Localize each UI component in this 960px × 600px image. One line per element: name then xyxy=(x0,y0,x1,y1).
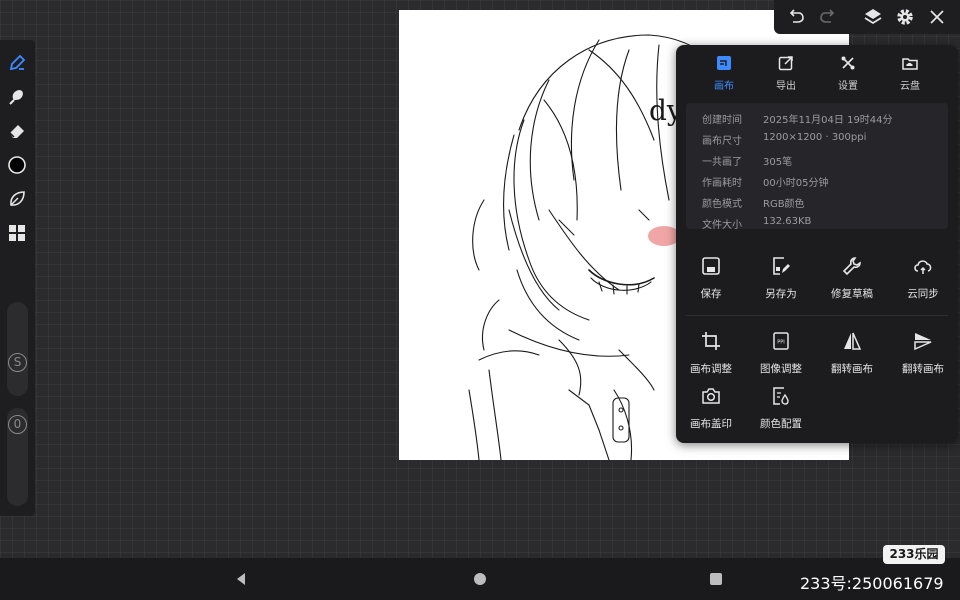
pen-icon[interactable] xyxy=(4,50,30,76)
info-row: 一共画了 305笔 xyxy=(702,153,793,168)
recents-icon[interactable] xyxy=(707,570,725,588)
crop-icon xyxy=(702,332,720,350)
save-icon xyxy=(702,257,720,275)
info-label: 文件大小 xyxy=(702,220,742,231)
image-adjust-button[interactable]: PPI 图像调整 xyxy=(746,330,816,378)
info-row: 颜色模式 RGB颜色 xyxy=(702,195,805,210)
back-icon[interactable] xyxy=(232,570,250,588)
info-value: 2025年11月04日 19时44分 xyxy=(763,115,893,126)
export-icon xyxy=(778,56,793,71)
info-label: 颜色模式 xyxy=(702,199,742,210)
save-label: 保存 xyxy=(700,288,722,300)
cloud-folder-icon xyxy=(902,58,918,70)
info-label: 画布尺寸 xyxy=(702,136,742,147)
smudge-icon[interactable] xyxy=(4,84,30,110)
color-config-button[interactable]: 颜色配置 xyxy=(746,385,816,433)
cloud-sync-button[interactable]: 云同步 xyxy=(888,255,958,303)
canvas-stamp-label: 画布盖印 xyxy=(690,418,732,430)
canvas-adjust-button[interactable]: 画布调整 xyxy=(676,330,746,378)
tab-canvas-label: 画布 xyxy=(714,81,734,92)
tab-canvas[interactable]: 画布 xyxy=(694,55,754,95)
watermark-id: 233号:250061679 xyxy=(800,574,944,593)
close-icon[interactable] xyxy=(925,5,949,29)
left-toolbar: S 0 xyxy=(0,40,35,516)
canvas-icon xyxy=(717,56,731,70)
eraser-icon[interactable] xyxy=(4,118,30,144)
redo-icon[interactable] xyxy=(816,5,840,29)
save-button[interactable]: 保存 xyxy=(676,255,746,303)
svg-text:PPI: PPI xyxy=(777,340,785,346)
info-label: 一共画了 xyxy=(702,157,742,168)
color-circle-icon[interactable] xyxy=(4,152,30,178)
repair-draft-button[interactable]: 修复草稿 xyxy=(817,255,887,303)
layers-icon[interactable] xyxy=(861,5,885,29)
canvas-adjust-label: 画布调整 xyxy=(690,363,732,375)
flip-canvas-vertical-button[interactable]: 翻转画布 xyxy=(888,330,958,378)
canvas-info-box: 创建时间 2025年11月04日 19时44分 画布尺寸 1200×1200 ·… xyxy=(686,103,948,231)
brush-size-knob[interactable]: S xyxy=(8,353,27,372)
flip-canvas-horizontal-label: 翻转画布 xyxy=(831,363,873,375)
tab-export[interactable]: 导出 xyxy=(756,55,816,95)
info-row: 创建时间 2025年11月04日 19时44分 xyxy=(702,111,893,126)
brush-size-slider[interactable] xyxy=(7,302,28,396)
tab-cloud-label: 云盘 xyxy=(900,81,920,92)
canvas-stamp-button[interactable]: 画布盖印 xyxy=(676,385,746,433)
info-row: 文件大小 132.63KB xyxy=(702,216,812,231)
info-value: RGB颜色 xyxy=(763,199,805,210)
repair-draft-label: 修复草稿 xyxy=(831,288,873,300)
save-as-button[interactable]: 另存为 xyxy=(746,255,816,303)
tab-cloud[interactable]: 云盘 xyxy=(880,55,940,95)
flip-vertical-icon xyxy=(914,333,932,351)
settings-icon[interactable] xyxy=(893,5,917,29)
info-label: 作画耗时 xyxy=(702,178,742,189)
info-row: 画布尺寸 1200×1200 · 300ppi xyxy=(702,132,867,147)
grid-icon[interactable] xyxy=(4,220,30,246)
wrench-icon xyxy=(842,257,861,276)
canvas-menu-panel: 画布 导出 设置 云盘 创建时间 2025年11月04日 19时44分 画布尺寸… xyxy=(676,45,958,443)
watermark-logo: 233乐园 xyxy=(883,545,945,564)
top-toolbar xyxy=(774,0,960,34)
color-config-icon xyxy=(773,387,789,405)
flip-canvas-horizontal-button[interactable]: 翻转画布 xyxy=(817,330,887,378)
flip-horizontal-icon xyxy=(844,332,862,350)
tab-settings-label: 设置 xyxy=(838,81,858,92)
info-value: 00小时05分钟 xyxy=(763,178,829,189)
flip-canvas-vertical-label: 翻转画布 xyxy=(902,363,944,375)
tools-icon xyxy=(841,56,855,70)
camera-icon xyxy=(702,388,720,404)
leaf-icon[interactable] xyxy=(4,186,30,212)
info-value: 132.63KB xyxy=(763,216,812,227)
color-config-label: 颜色配置 xyxy=(760,418,802,430)
divider xyxy=(686,315,948,316)
opacity-knob[interactable]: 0 xyxy=(8,415,27,434)
save-as-label: 另存为 xyxy=(765,288,797,300)
info-value: 305笔 xyxy=(763,157,793,168)
image-adjust-label: 图像调整 xyxy=(760,363,802,375)
tab-settings[interactable]: 设置 xyxy=(818,55,878,95)
cloud-sync-label: 云同步 xyxy=(907,288,939,300)
info-value: 1200×1200 · 300ppi xyxy=(763,132,867,143)
tab-export-label: 导出 xyxy=(776,81,796,92)
info-label: 创建时间 xyxy=(702,115,742,126)
save-as-icon xyxy=(773,257,790,275)
undo-icon[interactable] xyxy=(784,5,808,29)
home-icon[interactable] xyxy=(471,570,489,588)
cloud-sync-icon xyxy=(914,260,932,274)
info-row: 作画耗时 00小时05分钟 xyxy=(702,174,829,189)
image-adjust-icon: PPI xyxy=(773,332,789,350)
